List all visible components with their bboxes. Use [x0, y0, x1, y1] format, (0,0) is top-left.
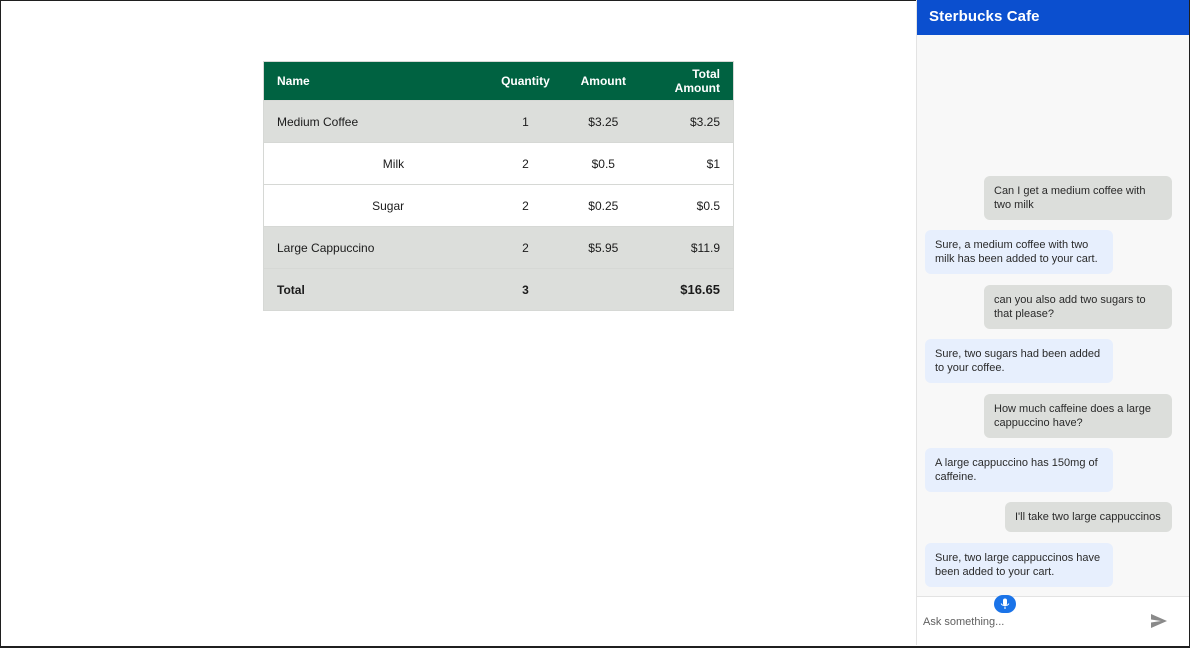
- user-message: How much caffeine does a large cappuccin…: [984, 394, 1172, 438]
- chat-input-bar: [917, 596, 1189, 645]
- table-row: Milk 2 $0.5 $1: [263, 142, 734, 185]
- mic-button[interactable]: [994, 595, 1016, 613]
- item-quantity: 2: [486, 184, 565, 227]
- item-name: Large Cappuccino: [263, 226, 487, 269]
- item-quantity: 2: [486, 226, 565, 269]
- item-amount: $0.5: [564, 142, 642, 185]
- table-total-row: Total 3 $16.65: [263, 268, 734, 311]
- chat-message-list[interactable]: Can I get a medium coffee with two milk …: [917, 36, 1189, 595]
- item-amount: $0.25: [564, 184, 642, 227]
- user-message: Can I get a medium coffee with two milk: [984, 176, 1172, 220]
- item-quantity: 1: [486, 100, 565, 143]
- item-name: Sugar: [263, 184, 487, 227]
- bot-message: Sure, two sugars had been added to your …: [925, 339, 1113, 383]
- header-amount: Amount: [564, 61, 642, 101]
- item-name: Milk: [263, 142, 487, 185]
- user-message: I'll take two large cappuccinos: [1005, 502, 1172, 532]
- item-total: $1: [641, 142, 734, 185]
- table-row: Medium Coffee 1 $3.25 $3.25: [263, 100, 734, 143]
- order-table: Name Quantity Amount Total Amount Medium…: [263, 61, 734, 311]
- total-amount: $16.65: [641, 268, 734, 311]
- header-total-amount: Total Amount: [641, 61, 734, 101]
- bot-message: Sure, a medium coffee with two milk has …: [925, 230, 1113, 274]
- total-amount-empty: [564, 268, 642, 311]
- header-quantity: Quantity: [486, 61, 565, 101]
- chat-title: Sterbucks Cafe: [917, 0, 1189, 35]
- item-total: $3.25: [641, 100, 734, 143]
- item-name: Medium Coffee: [263, 100, 487, 143]
- microphone-icon: [1000, 598, 1010, 609]
- item-amount: $5.95: [564, 226, 642, 269]
- send-button[interactable]: [1149, 611, 1169, 631]
- bot-message: A large cappuccino has 150mg of caffeine…: [925, 448, 1113, 492]
- table-header-row: Name Quantity Amount Total Amount: [263, 61, 734, 101]
- chat-input[interactable]: [923, 610, 1138, 634]
- total-label: Total: [263, 268, 487, 311]
- bot-message: Sure, two large cappuccinos have been ad…: [925, 543, 1113, 587]
- item-total: $11.9: [641, 226, 734, 269]
- user-message: can you also add two sugars to that plea…: [984, 285, 1172, 329]
- total-quantity: 3: [486, 268, 565, 311]
- chat-panel: Sterbucks Cafe Can I get a medium coffee…: [916, 0, 1189, 645]
- item-quantity: 2: [486, 142, 565, 185]
- table-row: Sugar 2 $0.25 $0.5: [263, 184, 734, 227]
- item-total: $0.5: [641, 184, 734, 227]
- table-row: Large Cappuccino 2 $5.95 $11.9: [263, 226, 734, 269]
- header-name: Name: [263, 61, 487, 101]
- send-icon: [1151, 614, 1167, 628]
- item-amount: $3.25: [564, 100, 642, 143]
